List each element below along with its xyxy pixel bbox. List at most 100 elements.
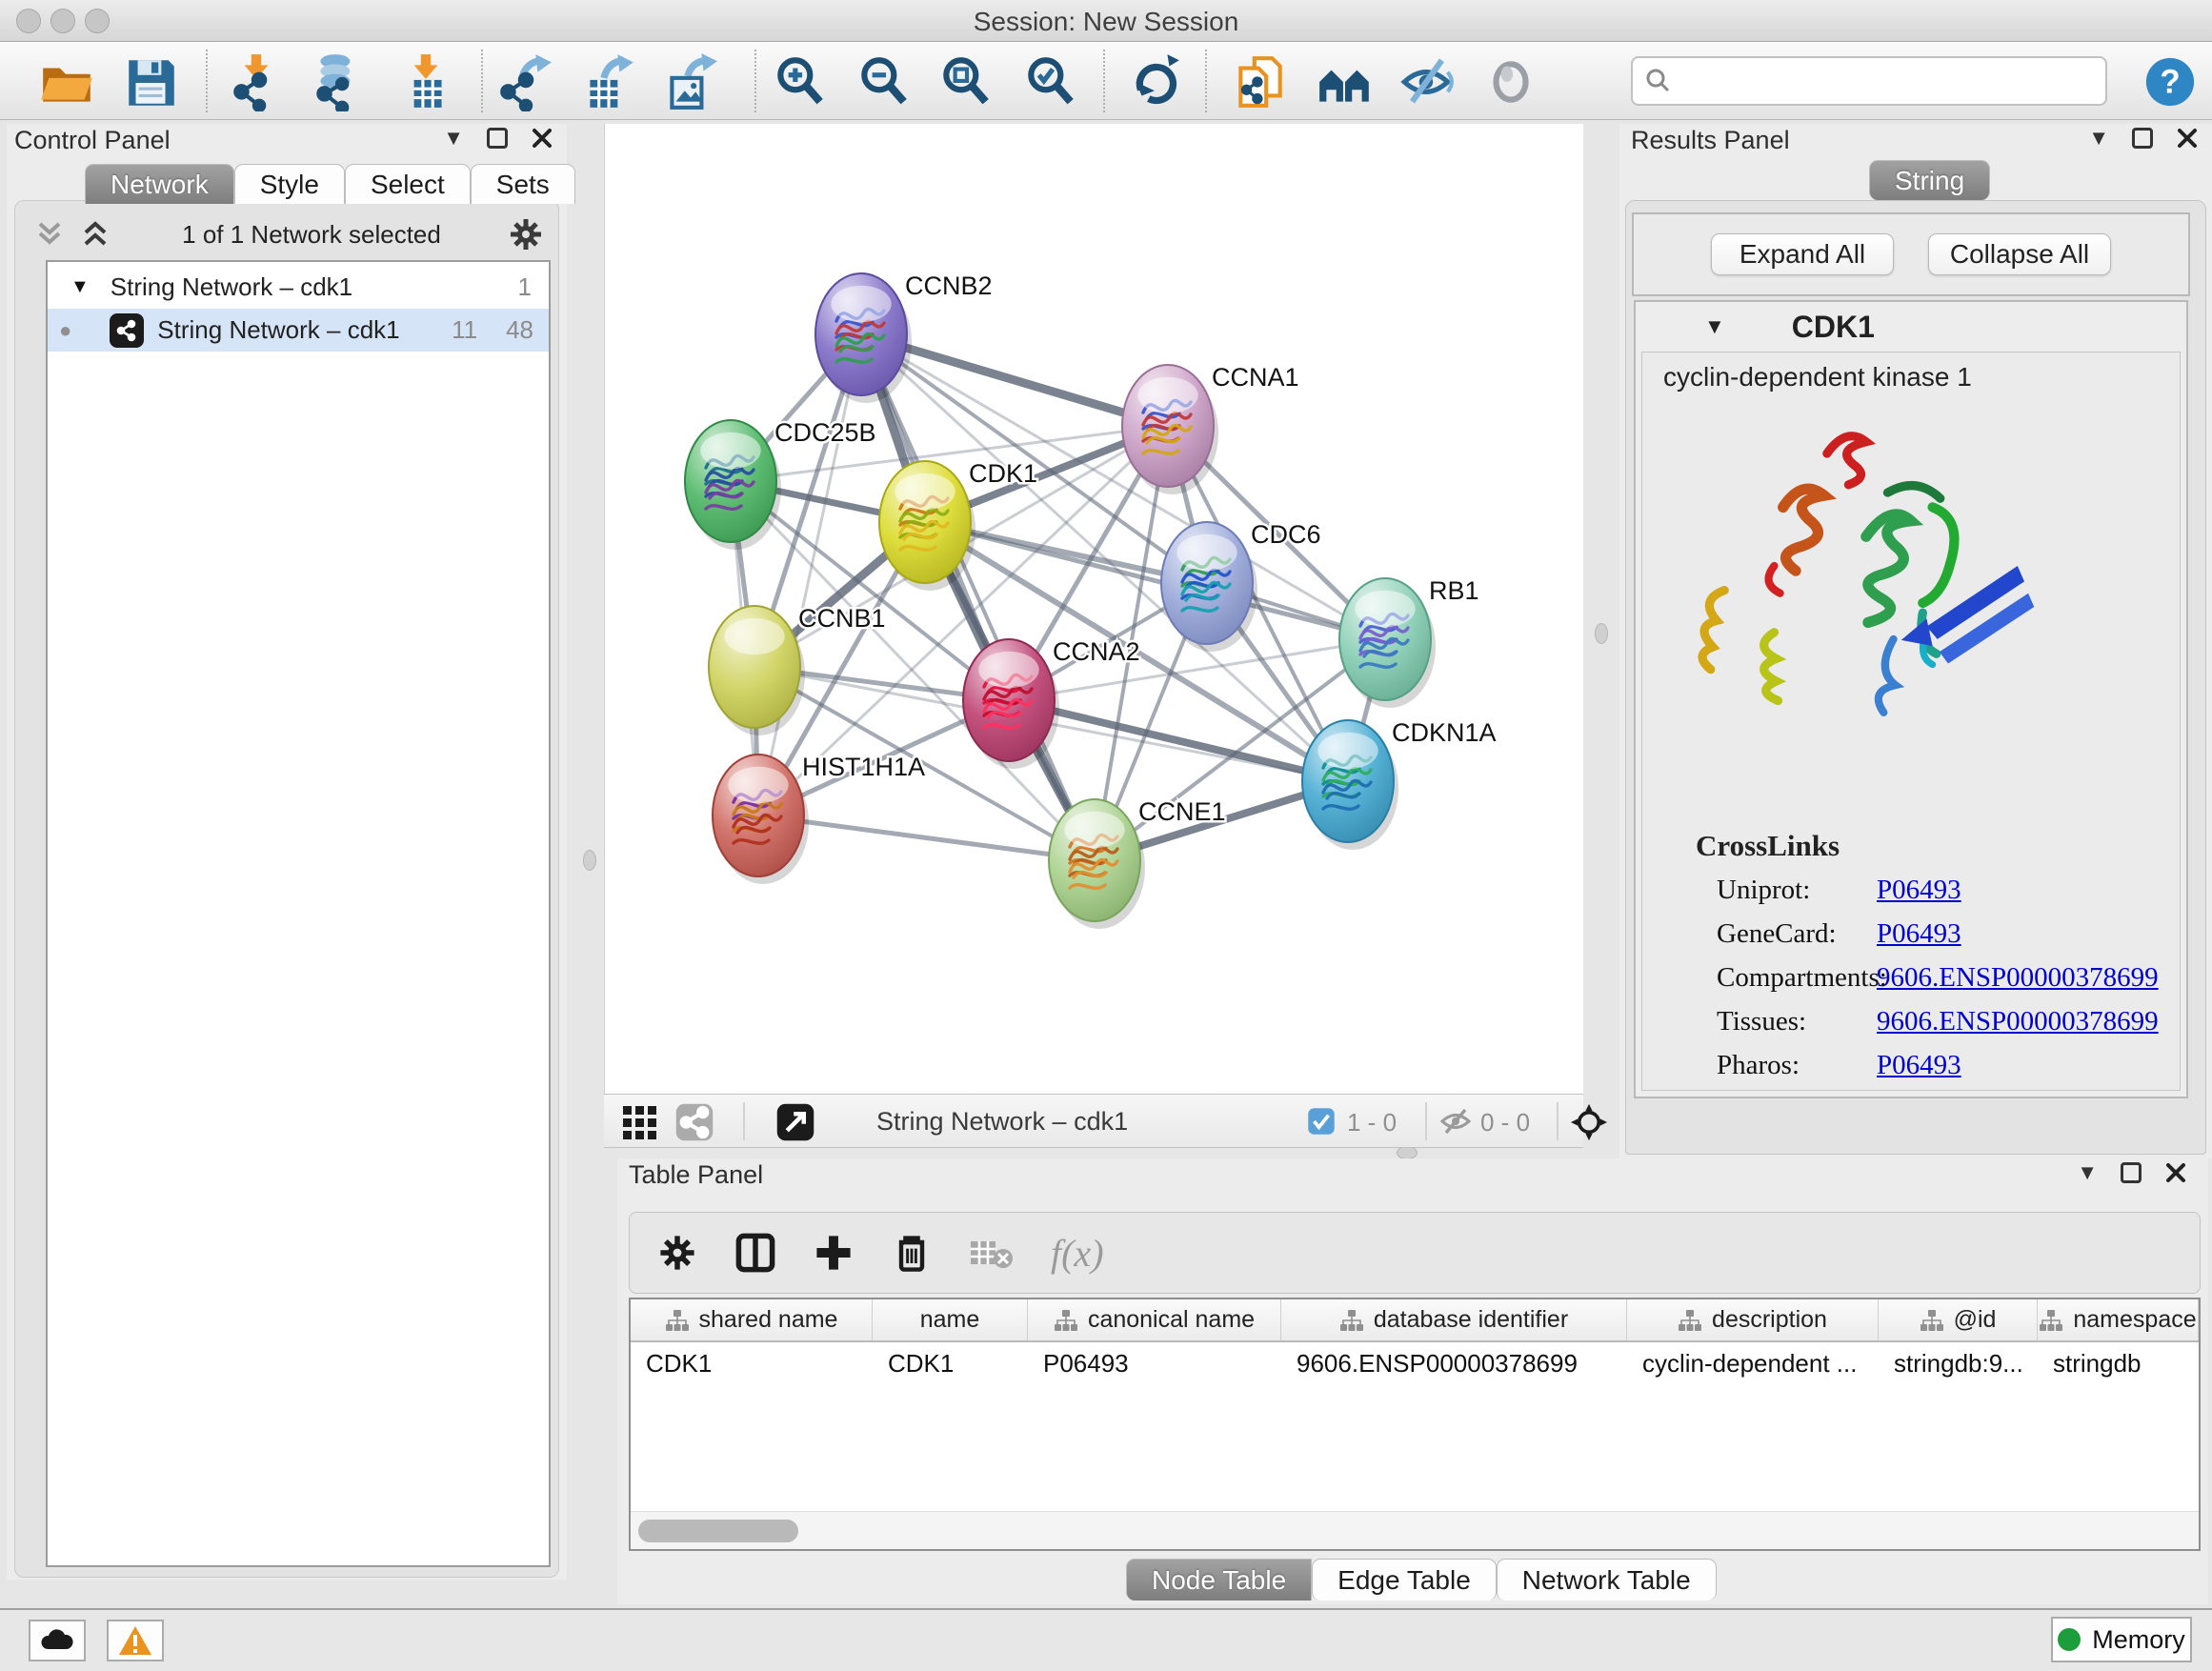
tab-network-table[interactable]: Network Table (1497, 1559, 1717, 1601)
table-cell[interactable]: 9606.ENSP00000378699 (1281, 1342, 1627, 1384)
crosslink-value-link[interactable]: 9606.ENSP00000378699 (1877, 1006, 2159, 1037)
hide-selected-button[interactable] (1397, 51, 1459, 112)
crosslink-value-link[interactable]: P06493 (1877, 875, 1961, 905)
expand-all-button[interactable]: Expand All (1711, 233, 1894, 275)
search-input[interactable] (1673, 67, 2082, 96)
help-button[interactable]: ? (2139, 51, 2202, 112)
network-node-CCNA1[interactable] (1122, 365, 1218, 494)
search-bar[interactable] (1631, 56, 2107, 106)
table-cell[interactable]: cyclin-dependent ... (1627, 1342, 1879, 1384)
table-cell[interactable]: CDK1 (873, 1342, 1028, 1384)
import-network-file-button[interactable] (226, 51, 289, 112)
network-tab-body: 1 of 1 Network selected ▼ String Network… (14, 200, 559, 1578)
results-panel-float-icon[interactable] (2132, 128, 2153, 149)
table-cell[interactable]: stringdb (2038, 1342, 2199, 1384)
table-row[interactable]: CDK1CDK1P064939606.ENSP00000378699cyclin… (631, 1342, 2199, 1384)
collapse-all-button[interactable]: Collapse All (1928, 233, 2111, 275)
cloud-button[interactable] (29, 1620, 86, 1661)
network-node-HIST1H1A[interactable] (713, 755, 809, 884)
table-panel-float-icon[interactable] (2121, 1162, 2142, 1183)
table-panel-menu-icon[interactable]: ▼ (2077, 1160, 2098, 1185)
grid-view-icon[interactable] (621, 1104, 659, 1140)
network-node-CCNB1[interactable] (709, 606, 805, 735)
network-node-CCNB2[interactable] (815, 273, 912, 403)
collapse-all-icon[interactable] (32, 218, 70, 251)
tab-node-table[interactable]: Node Table (1126, 1559, 1312, 1601)
export-image-button[interactable] (658, 51, 721, 112)
network-list-icon[interactable] (674, 1102, 714, 1142)
table-hscrollbar[interactable] (631, 1511, 2199, 1549)
network-node-CDKN1A[interactable] (1302, 720, 1398, 850)
clone-network-button[interactable] (1229, 51, 1292, 112)
table-cell[interactable]: stringdb:9... (1879, 1342, 2038, 1384)
zoom-selected-button[interactable] (1019, 51, 1082, 112)
memory-button[interactable]: Memory (2051, 1617, 2192, 1662)
control-panel-close-icon[interactable] (531, 127, 553, 150)
show-all-button[interactable] (1479, 51, 1542, 112)
export-network-button[interactable] (494, 51, 557, 112)
add-column-icon[interactable] (813, 1232, 855, 1274)
zoom-out-button[interactable] (853, 51, 915, 112)
save-session-button[interactable] (119, 51, 182, 112)
network-edge-count: 48 (506, 315, 533, 345)
column-header-databaseidentifier[interactable]: database identifier (1281, 1299, 1627, 1340)
cdk1-expander-icon[interactable]: ▼ (1704, 314, 1725, 339)
column-header-description[interactable]: description (1627, 1299, 1879, 1340)
column-header-name[interactable]: name (873, 1299, 1028, 1340)
table-panel-close-icon[interactable] (2164, 1161, 2187, 1184)
network-node-CCNA2[interactable] (963, 639, 1059, 769)
column-header-sharedname[interactable]: shared name (631, 1299, 873, 1340)
open-session-button[interactable] (35, 51, 98, 112)
import-network-database-button[interactable] (307, 51, 370, 112)
column-header-namespace[interactable]: namespace (2038, 1299, 2199, 1340)
network-node-CDC6[interactable] (1161, 522, 1257, 652)
tab-sets[interactable]: Sets (471, 164, 575, 204)
crosslink-value-link[interactable]: P06493 (1877, 1050, 1961, 1080)
network-canvas[interactable]: CCNB2CCNA1CDC25BCDK1CDC6RB1CCNB1CCNA2CDK… (604, 124, 1583, 1094)
network-options-gear-icon[interactable] (507, 215, 545, 253)
expand-all-icon[interactable] (78, 218, 116, 251)
results-panel-close-icon[interactable] (2176, 127, 2199, 150)
right-splitter-handle[interactable] (1595, 623, 1608, 644)
network-collection-row[interactable]: ▼ String Network – cdk1 1 (48, 266, 549, 309)
crosslink-value-link[interactable]: 9606.ENSP00000378699 (1877, 962, 2159, 993)
network-edge[interactable] (861, 334, 1095, 860)
delete-column-icon[interactable] (891, 1232, 933, 1274)
crosslink-value-link[interactable]: P06493 (1877, 918, 1961, 949)
zoom-in-button[interactable] (769, 51, 832, 112)
table-cell[interactable]: P06493 (1028, 1342, 1281, 1384)
refresh-button[interactable] (1124, 51, 1187, 112)
table-hscrollbar-thumb[interactable] (638, 1520, 798, 1542)
bottom-splitter-handle[interactable] (1397, 1146, 1418, 1159)
selected-checkbox-icon[interactable] (1307, 1107, 1336, 1136)
collection-expander-icon[interactable]: ▼ (70, 276, 90, 298)
tab-style[interactable]: Style (234, 164, 345, 204)
tab-edge-table[interactable]: Edge Table (1312, 1559, 1497, 1601)
network-node-CDK1[interactable] (879, 461, 975, 591)
column-header-canonicalname[interactable]: canonical name (1028, 1299, 1281, 1340)
control-panel-tabs: NetworkStyleSelectSets (85, 164, 575, 204)
zoom-fit-button[interactable] (935, 51, 997, 112)
tab-select[interactable]: Select (345, 164, 471, 204)
network-row[interactable]: ● String Network – cdk1 11 48 (48, 309, 549, 352)
tab-string[interactable]: String (1869, 160, 1990, 200)
results-panel-menu-icon[interactable]: ▼ (2088, 126, 2109, 151)
tab-network[interactable]: Network (85, 164, 234, 204)
export-table-button[interactable] (576, 51, 639, 112)
import-table-file-button[interactable] (394, 51, 457, 112)
warning-icon (117, 1624, 153, 1657)
table-options-gear-icon[interactable] (656, 1232, 698, 1274)
detach-view-icon[interactable] (775, 1102, 815, 1142)
network-node-CCNE1[interactable] (1049, 799, 1145, 929)
first-neighbors-button[interactable] (1314, 51, 1377, 112)
network-edge[interactable] (758, 334, 861, 815)
left-splitter-handle[interactable] (583, 850, 596, 871)
control-panel-menu-icon[interactable]: ▼ (443, 126, 464, 151)
network-node-RB1[interactable] (1339, 578, 1436, 708)
column-header-id[interactable]: @id (1879, 1299, 2038, 1340)
birds-eye-icon[interactable] (1568, 1101, 1610, 1143)
table-cell[interactable]: CDK1 (631, 1342, 873, 1384)
show-columns-icon[interactable] (734, 1232, 776, 1274)
warnings-button[interactable] (107, 1620, 164, 1661)
control-panel-float-icon[interactable] (487, 128, 508, 149)
